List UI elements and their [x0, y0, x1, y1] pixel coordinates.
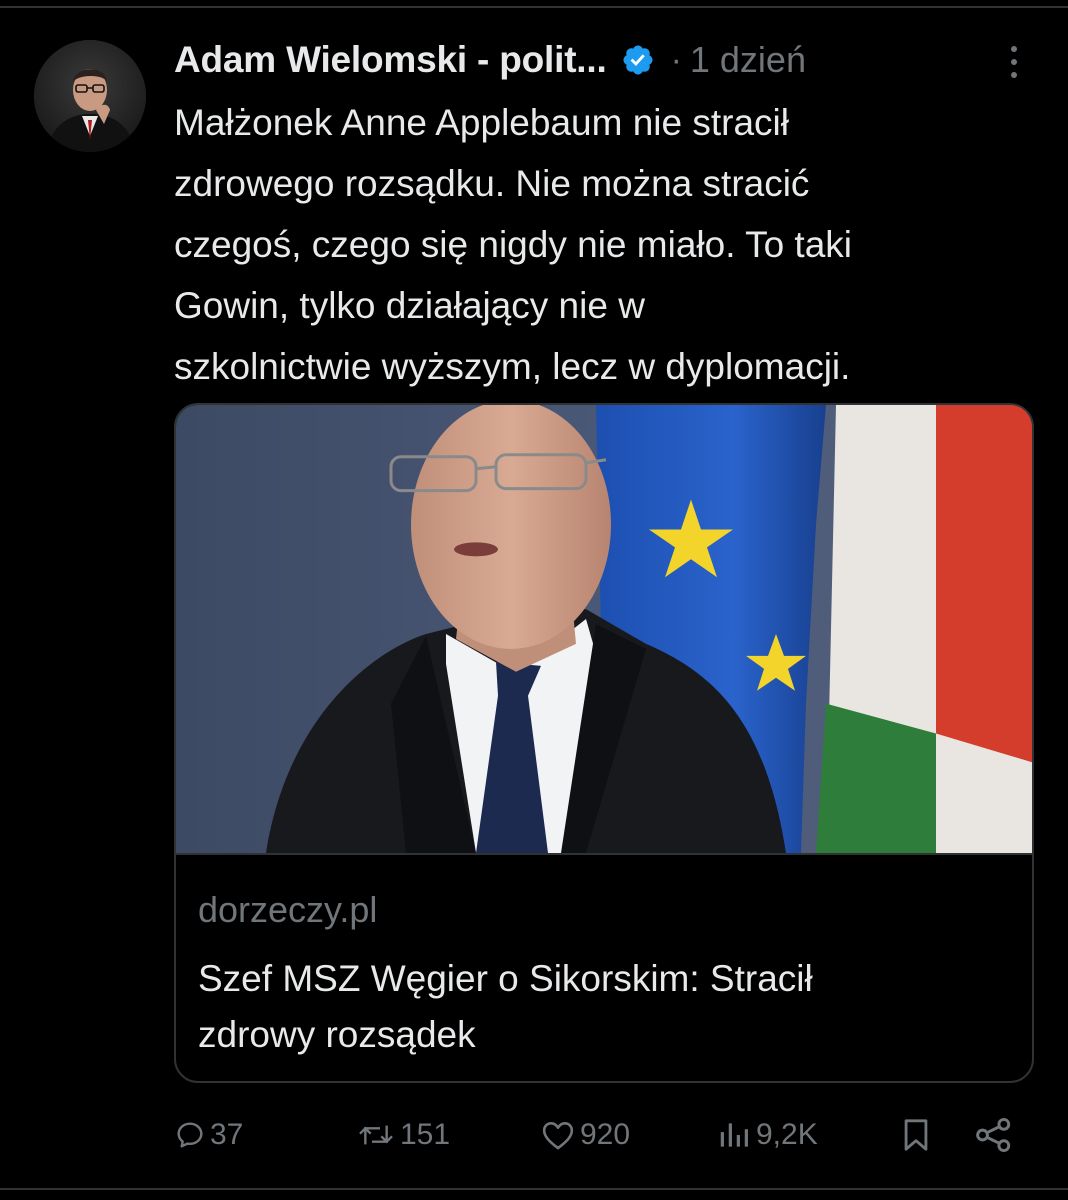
bookmark-icon	[904, 1119, 928, 1151]
bookmark-button[interactable]	[900, 1110, 932, 1160]
repost-icon	[359, 1125, 393, 1145]
reply-icon	[177, 1122, 203, 1148]
tweet-text-line: szkolnictwie wyższym, lecz w dyplomacji.	[174, 346, 851, 387]
tweet-header: Adam Wielomski - polit... · 1 dzień	[174, 38, 806, 82]
share-icon	[976, 1117, 1011, 1153]
tweet-text-line: czegoś, czego się nigdy nie miało. To ta…	[174, 224, 853, 265]
tweet-text-line: Gowin, tylko działający nie w	[174, 285, 645, 326]
time-separator: ·	[670, 40, 682, 79]
link-card[interactable]: dorzeczy.pl Szef MSZ Węgier o Sikorskim:…	[174, 403, 1034, 1083]
views-button[interactable]: 9,2K	[716, 1110, 818, 1160]
top-divider	[0, 6, 1068, 8]
reply-count: 37	[210, 1118, 244, 1151]
repost-button[interactable]: 151	[356, 1110, 450, 1160]
share-button[interactable]	[974, 1110, 1014, 1160]
card-title-line: Szef MSZ Węgier o Sikorskim: Stracił	[198, 958, 813, 999]
verified-badge-icon[interactable]	[621, 43, 655, 77]
tweet-time[interactable]: 1 dzień	[690, 39, 806, 81]
avatar[interactable]	[34, 40, 146, 152]
tweet-text: Małżonek Anne Applebaum nie stracił zdro…	[174, 92, 1054, 397]
card-image[interactable]	[176, 405, 1032, 855]
repost-count: 151	[400, 1118, 451, 1151]
card-domain: dorzeczy.pl	[198, 889, 378, 930]
views-chart-icon	[720, 1123, 748, 1147]
tweet-text-line: Małżonek Anne Applebaum nie stracił	[174, 102, 789, 143]
avatar-photo	[34, 40, 146, 152]
views-count: 9,2K	[756, 1118, 818, 1151]
author-name[interactable]: Adam Wielomski - polit...	[174, 39, 607, 81]
like-button[interactable]: 920	[540, 1110, 630, 1160]
card-title: Szef MSZ Węgier o Sikorskim: Stracił zdr…	[198, 951, 1008, 1063]
tweet-actions: 37 151 920 9,2K	[174, 1110, 1034, 1160]
reply-button[interactable]: 37	[174, 1110, 243, 1160]
bottom-divider	[0, 1188, 1068, 1190]
heart-icon	[542, 1122, 574, 1150]
like-count: 920	[580, 1118, 631, 1151]
tweet-text-line: zdrowego rozsądku. Nie można stracić	[174, 163, 810, 204]
card-title-line: zdrowy rozsądek	[198, 1014, 476, 1055]
more-dots-icon[interactable]	[1000, 44, 1028, 80]
